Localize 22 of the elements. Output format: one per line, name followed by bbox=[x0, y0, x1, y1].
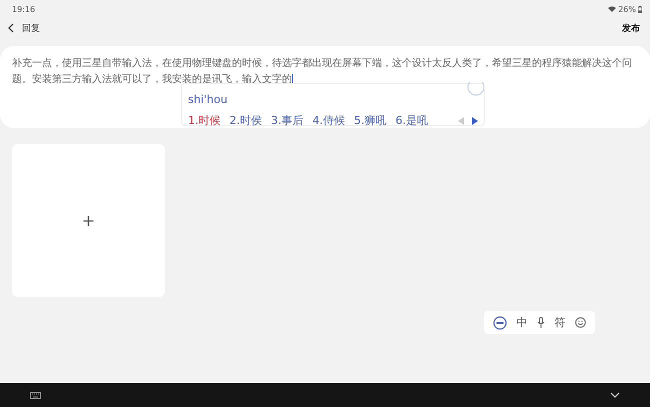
candidate-word[interactable]: 1.时候 bbox=[188, 113, 220, 128]
next-icon[interactable] bbox=[472, 116, 478, 124]
battery-icon bbox=[638, 6, 642, 12]
status-time: 19:16 bbox=[12, 4, 36, 14]
battery-level: 26% bbox=[618, 4, 636, 14]
candidate-word[interactable]: 6.是吼 bbox=[396, 113, 428, 128]
candidate-word[interactable]: 3.事后 bbox=[271, 113, 304, 128]
emoji-icon[interactable] bbox=[575, 317, 586, 328]
pinyin-text: shi'hou bbox=[188, 93, 228, 106]
back-button[interactable]: 回复 bbox=[8, 22, 40, 34]
microphone-icon[interactable] bbox=[536, 317, 545, 328]
publish-button[interactable]: 发布 bbox=[620, 22, 642, 34]
candidate-word[interactable]: 2.时侯 bbox=[230, 113, 262, 128]
input-mode-button[interactable]: 符 bbox=[554, 315, 566, 330]
keyboard-icon[interactable] bbox=[30, 392, 41, 398]
candidate-word[interactable]: 5.狮吼 bbox=[354, 113, 386, 128]
wifi-icon bbox=[608, 6, 616, 12]
chevron-down-icon[interactable] bbox=[610, 392, 620, 398]
back-icon[interactable] bbox=[8, 23, 14, 33]
add-button[interactable]: + bbox=[82, 211, 96, 230]
input-mode-button[interactable]: 中 bbox=[516, 315, 528, 330]
candidate-word[interactable]: 4.侍候 bbox=[312, 113, 345, 128]
